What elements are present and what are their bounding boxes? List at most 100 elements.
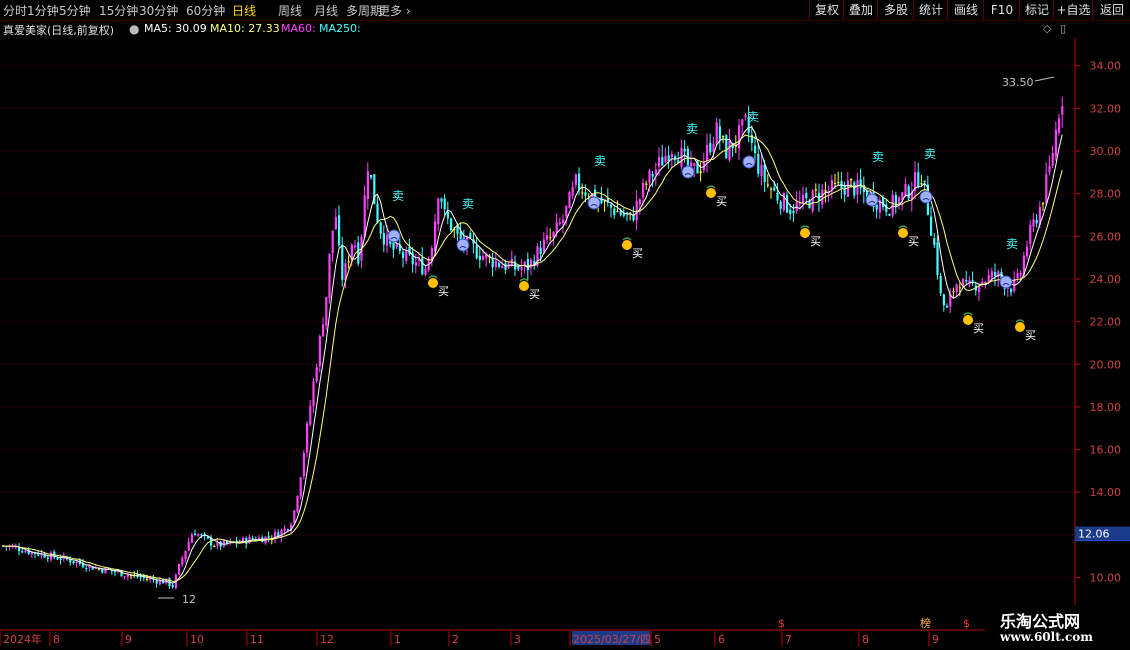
- buy-label-7: 买: [1025, 329, 1036, 342]
- candle-body-328: [1051, 152, 1054, 166]
- toolbar-button-2[interactable]: 多股: [877, 0, 914, 20]
- price-chart[interactable]: 10.0012.0014.0016.0018.0020.0022.0024.00…: [0, 38, 1130, 650]
- toolbar-button-0[interactable]: 复权: [809, 0, 844, 20]
- period-tab-5[interactable]: 60分钟: [186, 2, 225, 19]
- candle-body-6: [21, 551, 24, 553]
- period-tab-6[interactable]: 日线: [232, 2, 256, 19]
- y-tick-label-3: 16.00: [1090, 444, 1122, 457]
- diamond-icon[interactable]: ◇: [1043, 22, 1051, 35]
- period-tab-0[interactable]: 分时: [3, 2, 27, 19]
- toolbar-button-1[interactable]: 叠加: [843, 0, 878, 20]
- candle-body-18: [59, 558, 62, 560]
- candle-body-290: [930, 216, 933, 236]
- y-tick-label-0: 10.00: [1090, 572, 1122, 585]
- settings-icon[interactable]: ●: [129, 22, 139, 36]
- toolbar-button-6[interactable]: 标记: [1019, 0, 1054, 20]
- sad-face-icon-6: [919, 190, 933, 204]
- candle-body-223: [715, 122, 718, 144]
- candle-body-61: [197, 534, 200, 537]
- event-marker-0: $: [778, 617, 785, 630]
- toolbar-button-7[interactable]: +自选: [1053, 0, 1093, 20]
- candle-body-174: [558, 222, 561, 224]
- candle-body-103: [331, 230, 334, 254]
- candle-body-45: [146, 578, 149, 580]
- candle-body-321: [1029, 225, 1032, 244]
- candle-body-282: [904, 183, 907, 195]
- buy-coin-icon-6: [963, 315, 973, 325]
- period-tab-10[interactable]: 更多 ›: [378, 2, 411, 19]
- candle-body-171: [549, 237, 552, 239]
- candle-body-209: [670, 154, 673, 158]
- toolbar-button-4[interactable]: 画线: [947, 0, 984, 20]
- candle-body-137: [440, 198, 443, 202]
- candle-body-125: [402, 252, 405, 258]
- sell-label-7: 卖: [1006, 237, 1018, 251]
- period-tab-7[interactable]: 周线: [278, 2, 302, 19]
- period-tab-2[interactable]: 5分钟: [59, 2, 91, 19]
- x-label-4: 11: [250, 633, 264, 646]
- candle-body-115: [370, 174, 373, 178]
- period-tab-3[interactable]: 15分钟: [99, 2, 138, 19]
- candle-body-66: [213, 546, 216, 548]
- candle-body-275: [882, 197, 885, 207]
- buy-label-0: 买: [438, 285, 449, 298]
- buy-label-1: 买: [529, 288, 540, 301]
- candle-body-14: [46, 557, 49, 560]
- candle-body-190: [610, 204, 613, 208]
- candle-body-168: [539, 247, 542, 255]
- y-tick-label-6: 22.00: [1090, 316, 1122, 329]
- candle-body-58: [187, 541, 190, 551]
- candle-body-180: [578, 173, 581, 190]
- period-tab-1[interactable]: 1分钟: [27, 2, 59, 19]
- x-label-14: 9: [932, 633, 939, 646]
- candle-body-87: [280, 529, 283, 538]
- candle-body-325: [1042, 203, 1045, 205]
- candle-body-230: [738, 125, 741, 149]
- sad-face-icon-5: [865, 193, 879, 207]
- candle-body-101: [325, 296, 328, 326]
- candle-body-283: [907, 186, 910, 199]
- candle-body-114: [366, 171, 369, 199]
- candle-body-181: [581, 192, 584, 194]
- candle-body-177: [568, 192, 571, 209]
- candle-body-59: [190, 534, 193, 543]
- candle-body-148: [475, 245, 478, 259]
- candle-body-206: [661, 157, 664, 166]
- info-bar: 真爱美家(日线,前复权) ● MA5: 30.09 MA10: 27.33 MA…: [0, 21, 1075, 37]
- candle-body-140: [450, 218, 453, 231]
- candle-body-288: [923, 180, 926, 183]
- candle-body-149: [478, 255, 481, 260]
- ma250-label: MA250:: [319, 22, 361, 35]
- candle-body-225: [722, 135, 725, 138]
- candle-body-161: [517, 266, 520, 270]
- y-tick-label-10: 30.00: [1090, 145, 1122, 158]
- candle-body-26: [85, 568, 88, 570]
- toolbar-button-3[interactable]: 统计: [913, 0, 948, 20]
- candle-body-247: [792, 210, 795, 214]
- candle-body-119: [382, 233, 385, 245]
- candle-body-104: [334, 217, 337, 230]
- period-tab-9[interactable]: 多周期: [346, 2, 382, 19]
- period-tab-4[interactable]: 30分钟: [139, 2, 178, 19]
- watermark-logo: 乐淘公式网 www.60lt.com: [985, 605, 1130, 650]
- candle-body-286: [917, 172, 920, 187]
- logo-url: www.60lt.com: [1000, 630, 1093, 644]
- candle-body-287: [920, 183, 923, 185]
- candle-body-331: [1061, 106, 1064, 115]
- candle-body-256: [821, 189, 824, 205]
- candle-body-194: [622, 213, 625, 216]
- candle-body-39: [126, 575, 129, 577]
- toolbar-button-8[interactable]: 返回: [1092, 0, 1130, 20]
- candle-body-207: [664, 155, 667, 163]
- candle-body-7: [24, 550, 27, 553]
- candle-body-243: [779, 201, 782, 209]
- toolbar-button-5[interactable]: F10: [983, 0, 1020, 20]
- candle-body-239: [766, 184, 769, 186]
- stock-name[interactable]: 真爱美家(日线,前复权): [3, 22, 114, 38]
- candle-body-240: [770, 188, 773, 190]
- period-tab-8[interactable]: 月线: [314, 2, 338, 19]
- panel-toggle-icon[interactable]: ▯: [1060, 22, 1066, 35]
- candle-body-69: [222, 540, 225, 547]
- candle-body-50: [162, 579, 165, 584]
- candle-body-261: [837, 182, 840, 184]
